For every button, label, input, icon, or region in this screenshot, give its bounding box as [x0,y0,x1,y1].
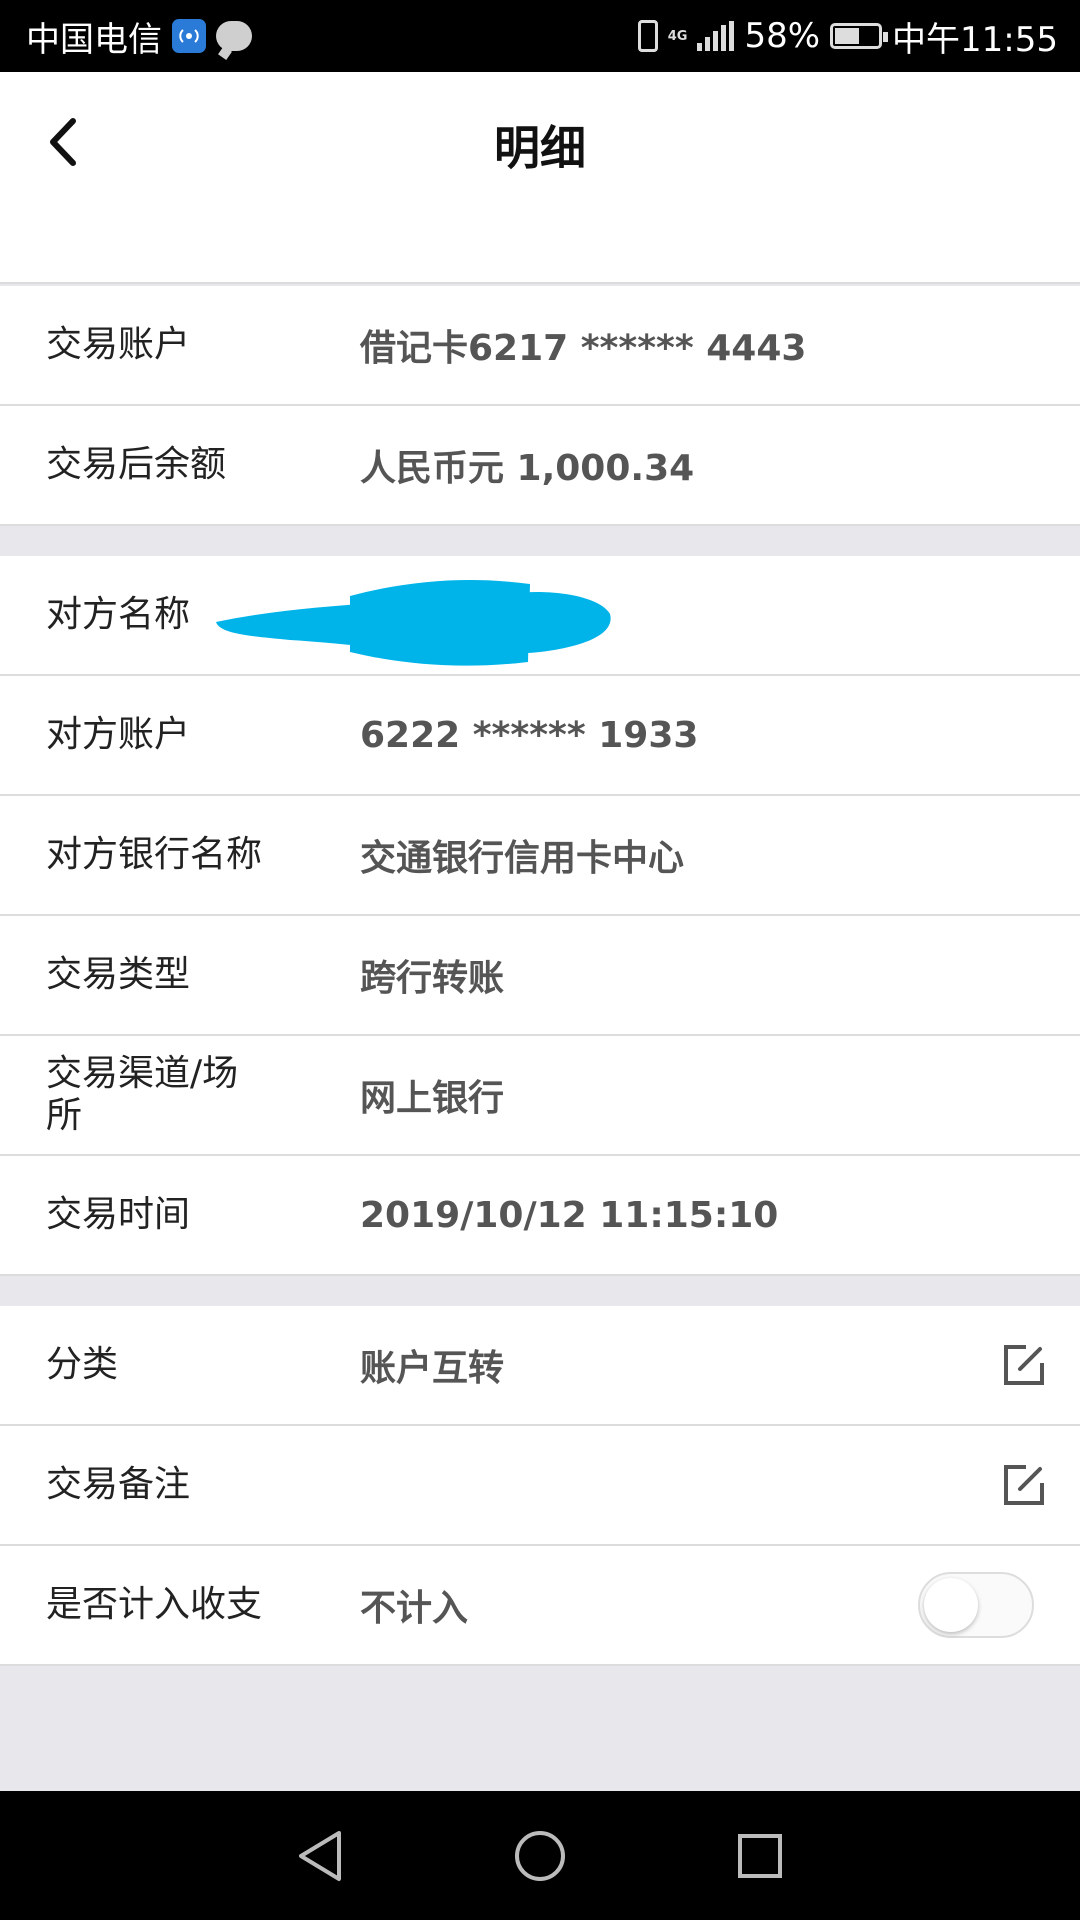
row-label: 对方银行名称 [46,834,263,875]
row-value: 2019/10/12 11:15:10 [360,1194,779,1236]
status-right: 4G 58% 中午11:55 [637,12,1058,61]
circle-home-icon [515,1830,565,1881]
row-category[interactable]: 分类 账户互转 [0,1306,1080,1426]
row-counterparty-account: 对方账户 6222 ****** 1933 [0,676,1080,796]
status-left: 中国电信 [26,12,252,61]
row-label: 对方账户 [46,714,191,755]
page-title: 明细 [494,121,586,175]
account-group: 交易账户 借记卡6217 ****** 4443 交易后余额 人民币元 1,00… [0,286,1080,526]
navigation-bar [0,1791,1080,1920]
row-account: 交易账户 借记卡6217 ****** 4443 [0,286,1080,406]
row-counterparty-name: 对方名称 [0,556,1080,676]
row-transaction-channel: 交易渠道/场所 网上银行 [0,1036,1080,1156]
row-value: 账户互转 [360,1348,505,1389]
row-label: 交易账户 [46,324,191,365]
row-label: 分类 [46,1344,119,1385]
signal-icon [697,21,735,51]
row-value: 网上银行 [360,1078,505,1119]
row-transaction-time: 交易时间 2019/10/12 11:15:10 [0,1156,1080,1276]
toggle-knob [924,1578,978,1632]
redaction-scribble [216,580,611,666]
row-include-in-budget: 是否计入收支 不计入 [0,1546,1080,1666]
wifi-calling-icon [172,19,206,53]
row-value: 人民币元 1,000.34 [360,448,695,489]
row-label: 交易时间 [46,1194,191,1235]
row-label: 交易后余额 [46,444,227,485]
edit-icon[interactable] [1000,1341,1048,1389]
row-remark[interactable]: 交易备注 [0,1426,1080,1546]
row-label: 是否计入收支 [46,1584,263,1625]
row-counterparty-bank: 对方银行名称 交通银行信用卡中心 [0,796,1080,916]
row-transaction-type: 交易类型 跨行转账 [0,916,1080,1036]
row-value: 交通银行信用卡中心 [360,838,685,879]
triangle-back-icon [299,1830,341,1881]
message-icon [216,21,252,51]
counterparty-group: 对方名称 对方账户 6222 ****** 1933 对方银行名称 交通银行信用… [0,556,1080,1276]
row-value: 不计入 [360,1588,469,1629]
square-recents-icon [738,1833,782,1878]
clock: 中午11:55 [892,19,1058,60]
row-value: 跨行转账 [360,958,505,999]
screen: 中国电信 4G 58% 中午11:55 明细 交易账户 借记卡6217 ****… [0,0,1080,1920]
row-label: 交易渠道/场所 [46,1053,239,1136]
battery-fill [835,28,860,44]
settings-group: 分类 账户互转 交易备注 是否计入收支 不计入 [0,1306,1080,1666]
carrier-name: 中国电信 [26,19,162,60]
nav-recents-button[interactable] [725,1821,795,1891]
row-label: 交易类型 [46,954,191,995]
edit-icon[interactable] [1000,1461,1048,1509]
row-value: 借记卡6217 ****** 4443 [360,328,807,369]
battery-percent: 58% [744,16,821,56]
row-balance: 交易后余额 人民币元 1,000.34 [0,406,1080,526]
status-bar: 中国电信 4G 58% 中午11:55 [0,0,1080,72]
row-value: 6222 ****** 1933 [360,714,699,756]
nav-back-button[interactable] [285,1821,355,1891]
include-toggle[interactable] [918,1572,1034,1638]
header: 明细 [0,72,1080,284]
nav-home-button[interactable] [505,1821,575,1891]
battery-icon [830,23,889,49]
row-label: 交易备注 [46,1464,191,1505]
network-type: 4G [667,28,688,44]
vibrate-icon [637,20,658,52]
